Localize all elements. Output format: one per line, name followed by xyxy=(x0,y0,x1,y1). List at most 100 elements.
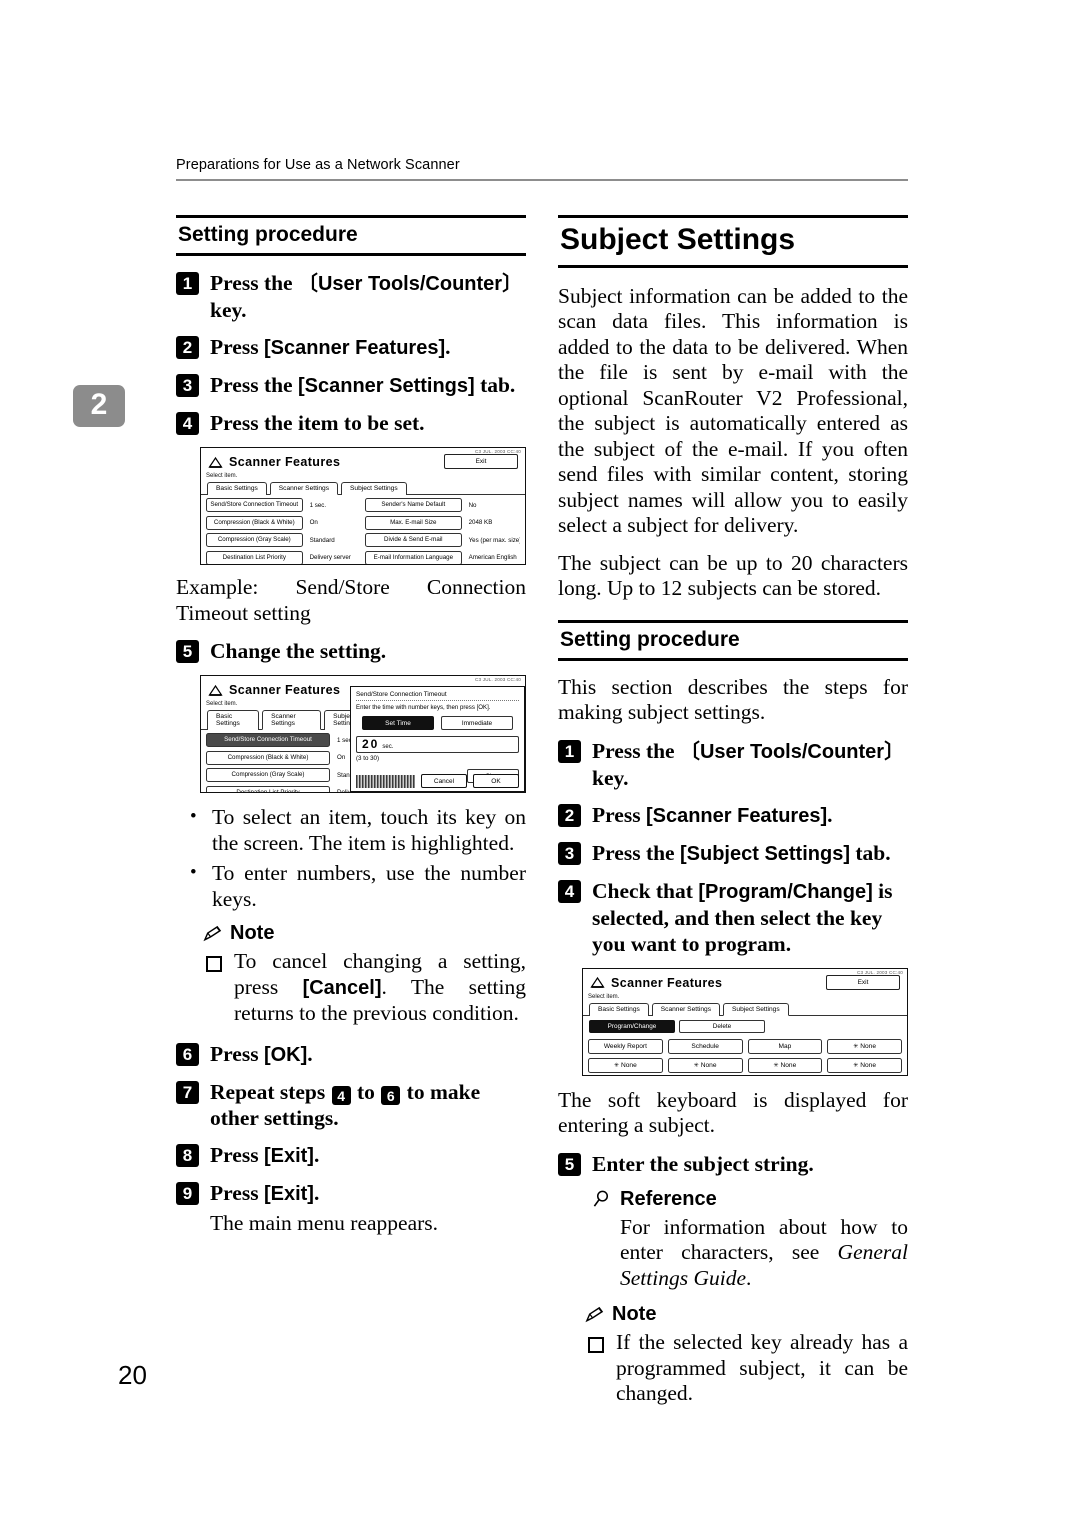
dialog-mode-row: Set Time Immediate xyxy=(356,716,519,731)
subject-key-label: None xyxy=(621,1061,637,1069)
subject-key[interactable]: Weekly Report xyxy=(588,1038,663,1054)
setting-key[interactable]: Sender's Name Default xyxy=(365,498,462,513)
manual-page: Preparations for Use as a Network Scanne… xyxy=(0,0,1080,1528)
lcd-exit-button[interactable]: Exit xyxy=(444,454,518,470)
step-text-post: key. xyxy=(210,298,247,323)
step-text-post: . xyxy=(445,335,451,360)
tab-scanner-settings[interactable]: Scanner Settings xyxy=(269,482,338,496)
dialog-instruction: Enter the time with number keys, then pr… xyxy=(356,704,491,712)
lcd-tab-row: Basic Settings Scanner Settings Subject … xyxy=(201,481,525,496)
cancel-button[interactable]: Cancel xyxy=(421,774,467,789)
lcd-mode-row: Program/Change Delete xyxy=(583,1016,907,1036)
set-time-button[interactable]: Set Time xyxy=(362,716,434,731)
setting-key[interactable]: Destination List Priority xyxy=(206,785,330,793)
table-row: Destination List Priority Delivery serve… xyxy=(206,550,520,565)
subject-key-label: None xyxy=(860,1061,877,1069)
setting-key[interactable]: Compression (Gray Scale) xyxy=(206,768,330,783)
subject-key-row: Weekly Report Schedule Map ✳ None xyxy=(588,1038,902,1054)
step-key: [Program/Change] xyxy=(698,880,873,903)
step-text-pre: Press xyxy=(210,1041,264,1066)
delete-button[interactable]: Delete xyxy=(679,1019,765,1033)
setting-value: Yes (per max. size) xyxy=(468,536,520,544)
page-title: Subject Settings xyxy=(558,215,908,268)
step-text-post: . xyxy=(313,1143,320,1168)
step-text-pre: Press xyxy=(210,1181,264,1206)
timeout-value-field[interactable]: 20 sec. xyxy=(356,736,519,754)
figure-scanner-settings-screen: C3 JUL. 2003 CC:40 Scanner Features Exit… xyxy=(200,447,526,566)
note-list: To cancel changing a setting, press [Can… xyxy=(202,949,526,1027)
setting-key[interactable]: Compression (Gray Scale) xyxy=(206,533,303,548)
ok-button[interactable]: OK xyxy=(473,774,519,789)
step-number: 4 xyxy=(558,879,581,903)
setting-key[interactable]: Destination List Priority xyxy=(206,550,303,565)
subject-key-empty[interactable]: ✳ None xyxy=(667,1057,743,1073)
lcd-tab-row: Basic Settings Scanner Settings Subject … xyxy=(583,1002,907,1016)
step-6: 6 Press [OK]. xyxy=(176,1041,526,1068)
example-caption: Example: Send/Store Connection Timeout s… xyxy=(176,575,526,625)
left-column: Setting procedure 1 Press the 〔User Tools… xyxy=(176,215,526,1249)
step-key: [Scanner Features] xyxy=(263,337,446,360)
tab-basic-settings[interactable]: Basic Settings xyxy=(207,482,267,496)
list-item: To enter numbers, use the number keys. xyxy=(176,860,526,912)
step-number: 2 xyxy=(176,336,199,360)
immediate-button[interactable]: Immediate xyxy=(441,716,513,731)
lcd-timestamp: C3 JUL. 2003 CC:40 xyxy=(475,677,521,683)
asterisk-icon: ✳ xyxy=(853,1062,859,1069)
subject-key[interactable]: Map xyxy=(747,1038,823,1054)
subject-key-empty[interactable]: ✳ None xyxy=(827,1038,902,1054)
after-figure-text: The soft keyboard is displayed for enter… xyxy=(558,1087,908,1138)
subject-key-label: None xyxy=(780,1061,797,1069)
setting-key[interactable]: Compression (Black & White) xyxy=(206,515,303,530)
step-number: 6 xyxy=(176,1042,199,1066)
step-number: 9 xyxy=(176,1182,199,1206)
subject-key-empty[interactable]: ✳ None xyxy=(588,1057,663,1073)
tab-subject-settings[interactable]: Subject Settings xyxy=(341,482,407,496)
page-number: 20 xyxy=(118,1360,147,1390)
reference-heading: Reference xyxy=(592,1188,908,1211)
pencil-icon xyxy=(585,1306,604,1322)
program-change-button[interactable]: Program/Change xyxy=(589,1019,675,1033)
setting-key[interactable]: E-mail Information Language xyxy=(365,550,462,565)
setting-key[interactable]: Max. E-mail Size xyxy=(365,515,462,530)
setting-key-selected[interactable]: Send/Store Connection Timeout xyxy=(206,733,330,748)
tab-basic-settings[interactable]: Basic Settings xyxy=(207,710,260,731)
subject-key[interactable]: Schedule xyxy=(667,1038,743,1054)
table-row: Compression (Gray Scale) Standard Divide… xyxy=(206,533,520,548)
step-number: 5 xyxy=(176,640,199,664)
step-4: 4 Check that [Program/Change] is selected… xyxy=(558,878,908,957)
setting-value: Delivery server xyxy=(309,554,351,562)
setting-key[interactable]: Compression (Black & White) xyxy=(206,750,330,765)
step-text-a: Check that xyxy=(592,878,699,903)
note-heading: Note xyxy=(584,1303,908,1326)
tab-scanner-settings[interactable]: Scanner Settings xyxy=(651,1002,720,1016)
right-section-heading: Setting procedure xyxy=(558,619,908,661)
step-9: 9 Press [Exit]. xyxy=(176,1180,526,1207)
setting-key[interactable]: Divide & Send E-mail xyxy=(365,533,462,548)
step-5: 5 Change the setting. xyxy=(176,638,526,664)
step-1: 1 Press the 〔User Tools/Counter〕 key. xyxy=(558,738,908,791)
subject-key-empty[interactable]: ✳ None xyxy=(827,1057,902,1073)
step-2: 2 Press [Scanner Features]. xyxy=(558,802,908,829)
step-text-a: Repeat steps xyxy=(210,1079,331,1104)
step-number: 5 xyxy=(558,1152,581,1176)
figure-timeout-dialog-screen: C3 JUL. 2003 CC:40 Scanner Features Sele… xyxy=(200,675,526,794)
tab-scanner-settings[interactable]: Scanner Settings xyxy=(262,710,322,731)
setting-key[interactable]: Send/Store Connection Timeout xyxy=(206,498,303,513)
tab-subject-settings[interactable]: Subject Settings xyxy=(723,1002,789,1016)
lcd-title-text: Scanner Features xyxy=(611,975,723,990)
tab-basic-settings[interactable]: Basic Settings xyxy=(589,1002,649,1016)
setting-value: No xyxy=(468,501,477,509)
subject-key-label: Map xyxy=(778,1042,792,1050)
step-text-pre: Press the xyxy=(592,738,680,763)
subject-key-label: None xyxy=(860,1042,877,1050)
note-heading: Note xyxy=(202,922,526,945)
intro-paragraph-1: Subject information can be added to the … xyxy=(558,283,908,538)
subject-key-empty[interactable]: ✳ None xyxy=(747,1057,823,1073)
step-text: Change the setting. xyxy=(210,639,387,664)
timeout-unit: sec. xyxy=(382,744,394,751)
lcd-exit-button[interactable]: Exit xyxy=(826,974,900,990)
step-text-pre: Press the xyxy=(210,373,298,398)
timeout-range-hint: (3 to 30) xyxy=(356,755,380,763)
step-number: 3 xyxy=(558,841,581,865)
step-key: [Exit] xyxy=(263,1145,314,1168)
